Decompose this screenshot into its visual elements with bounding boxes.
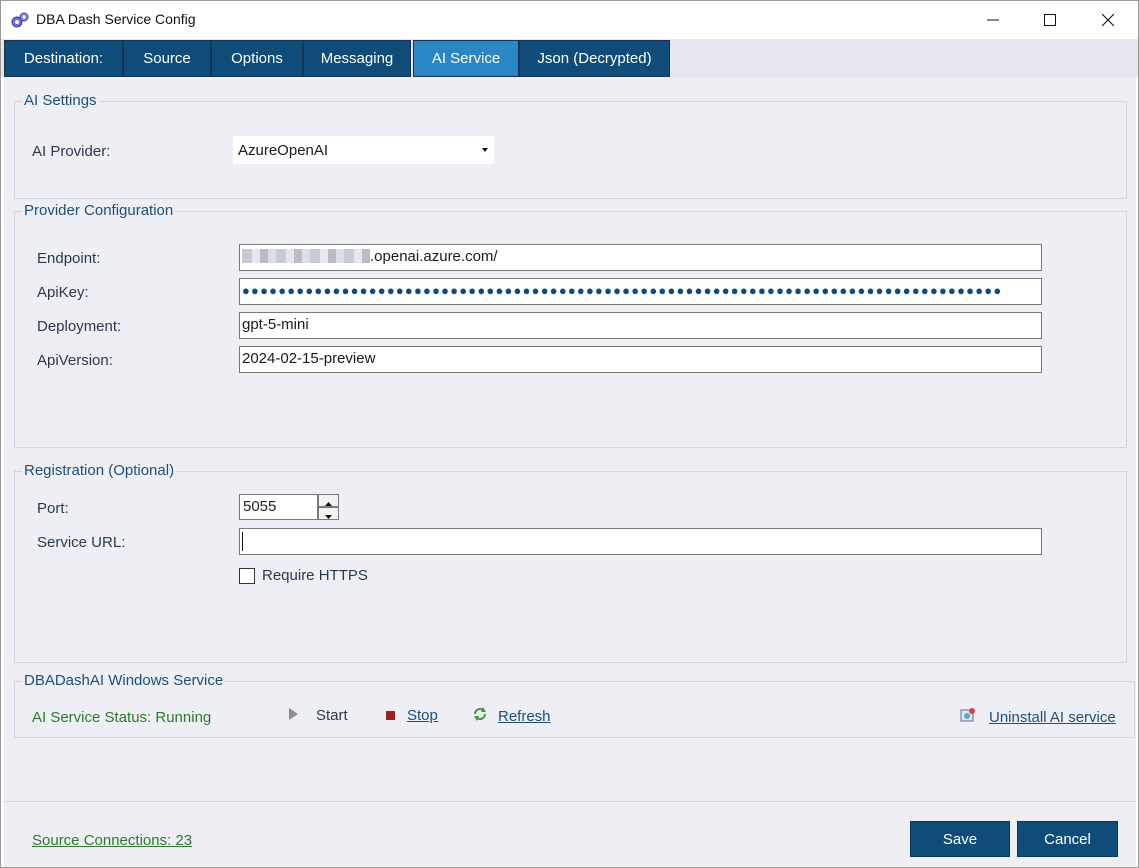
tab-bar: Destination: Source Options Messaging AI… (1, 39, 1138, 77)
text-caret (242, 532, 243, 551)
maximize-icon (1044, 14, 1056, 26)
service-url-input[interactable] (239, 528, 1042, 555)
save-button[interactable]: Save (910, 821, 1010, 857)
require-https-label[interactable]: Require HTTPS (262, 567, 368, 584)
start-button[interactable]: Start (288, 707, 348, 724)
footer-bar: Source Connections: 23 Save Cancel (4, 801, 1136, 867)
apikey-label: ApiKey: (37, 284, 89, 301)
apikey-masked-value: ●●●●●●●●●●●●●●●●●●●●●●●●●●●●●●●●●●●●●●●●… (242, 283, 1003, 298)
ai-settings-group (14, 101, 1127, 199)
port-input[interactable]: 5055 (239, 494, 318, 520)
ai-settings-title: AI Settings (22, 92, 99, 109)
play-icon (288, 707, 298, 724)
tab-ai-service[interactable]: AI Service (413, 40, 519, 77)
service-url-label: Service URL: (37, 534, 126, 551)
redacted-endpoint-host (242, 249, 370, 263)
deployment-label: Deployment: (37, 318, 122, 335)
port-down-button[interactable] (318, 507, 339, 520)
apikey-input[interactable]: ●●●●●●●●●●●●●●●●●●●●●●●●●●●●●●●●●●●●●●●●… (239, 278, 1042, 305)
apiversion-label: ApiVersion: (37, 352, 113, 369)
port-stepper[interactable]: 5055 (239, 494, 339, 520)
refresh-icon (473, 707, 487, 725)
tab-options[interactable]: Options (211, 40, 303, 77)
refresh-button[interactable]: Refresh (473, 707, 551, 725)
service-status-text: AI Service Status: Running (32, 709, 212, 726)
close-button[interactable] (1079, 1, 1137, 39)
stop-icon (386, 707, 395, 724)
ai-provider-select[interactable]: AzureOpenAI (233, 136, 494, 164)
deployment-input[interactable]: gpt-5-mini (239, 312, 1042, 339)
ai-provider-value: AzureOpenAI (238, 142, 329, 159)
cancel-button[interactable]: Cancel (1017, 821, 1118, 857)
registration-title: Registration (Optional) (22, 462, 177, 479)
windows-service-title: DBADashAI Windows Service (22, 672, 226, 689)
minimize-button[interactable] (964, 1, 1022, 39)
stop-button[interactable]: Stop (386, 707, 438, 724)
window-title: DBA Dash Service Config (36, 11, 196, 27)
provider-config-title: Provider Configuration (22, 202, 176, 219)
minimize-icon (987, 14, 999, 26)
close-icon (1102, 14, 1114, 26)
registration-group (14, 471, 1127, 663)
port-label: Port: (37, 500, 69, 517)
config-window: DBA Dash Service Config Destination: Sou… (0, 0, 1139, 868)
uninstall-icon (960, 707, 976, 727)
endpoint-label: Endpoint: (37, 250, 101, 267)
tab-json-decrypted[interactable]: Json (Decrypted) (519, 40, 670, 77)
tab-source[interactable]: Source (123, 40, 211, 77)
require-https-checkbox[interactable] (239, 568, 255, 584)
app-gear-icon (10, 11, 30, 29)
title-bar: DBA Dash Service Config (1, 1, 1138, 39)
uninstall-ai-service-button[interactable]: Uninstall AI service (960, 707, 1116, 727)
chevron-down-icon (325, 506, 332, 522)
endpoint-input[interactable]: .openai.azure.com/ (239, 244, 1042, 271)
source-connections-link[interactable]: Source Connections: 23 (32, 832, 192, 849)
ai-service-panel: AI Settings AI Provider: AzureOpenAI Pro… (4, 77, 1136, 801)
apiversion-input[interactable]: 2024-02-15-preview (239, 346, 1042, 373)
tab-destination[interactable]: Destination: (4, 40, 123, 77)
ai-provider-label: AI Provider: (32, 143, 111, 160)
tab-messaging[interactable]: Messaging (303, 40, 411, 77)
maximize-button[interactable] (1021, 1, 1079, 39)
chevron-down-icon[interactable] (476, 137, 494, 163)
